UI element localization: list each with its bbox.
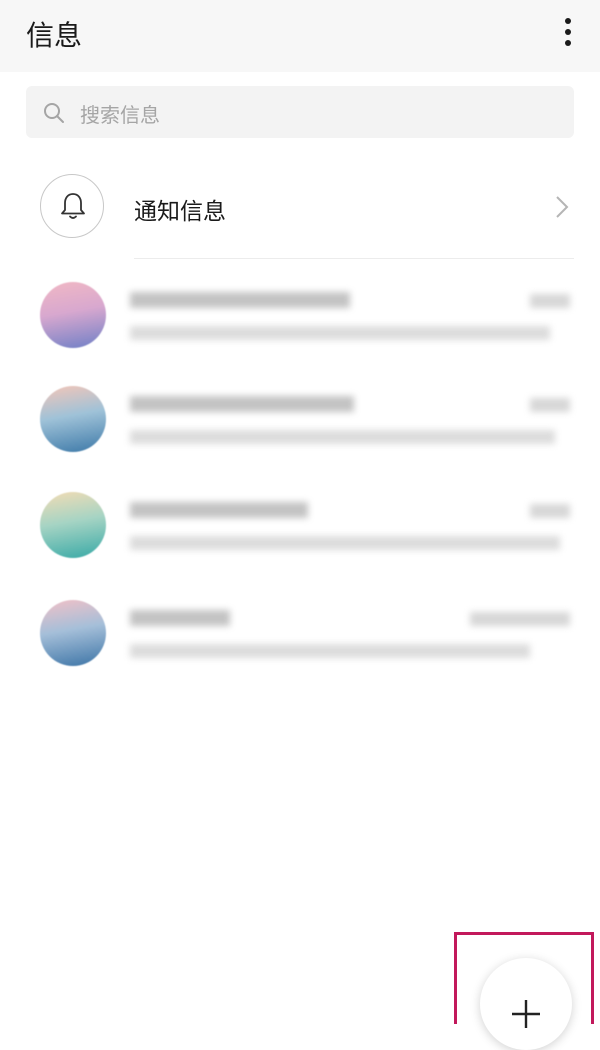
conversation-title-redacted — [130, 610, 230, 626]
divider — [134, 258, 574, 259]
notification-avatar — [40, 174, 104, 238]
conversation-preview-redacted — [130, 536, 560, 550]
search-bar[interactable]: 搜索信息 — [26, 86, 574, 138]
plus-icon — [512, 1000, 540, 1028]
search-placeholder: 搜索信息 — [80, 103, 160, 127]
conversation-time-redacted — [530, 398, 570, 412]
avatar — [40, 386, 106, 452]
conversation-item[interactable] — [0, 282, 600, 390]
chevron-right-icon — [556, 196, 569, 218]
conversation-preview-redacted — [130, 326, 550, 340]
notification-label: 通知信息 — [134, 199, 226, 225]
conversation-item[interactable] — [0, 492, 600, 600]
conversation-title-redacted — [130, 292, 350, 308]
more-options-icon[interactable] — [564, 18, 572, 50]
page-title: 信息 — [26, 19, 83, 52]
conversation-title-redacted — [130, 396, 354, 412]
bell-icon — [61, 193, 85, 219]
conversation-time-redacted — [470, 612, 570, 626]
conversation-title-redacted — [130, 502, 308, 518]
conversation-preview-redacted — [130, 430, 555, 444]
top-bar: 信息 — [0, 0, 600, 72]
avatar — [40, 282, 106, 348]
avatar — [40, 492, 106, 558]
conversation-preview-redacted — [130, 644, 530, 658]
search-icon — [44, 103, 64, 123]
new-message-button[interactable] — [480, 958, 572, 1050]
conversation-item[interactable] — [0, 386, 600, 494]
conversation-time-redacted — [530, 294, 570, 308]
notification-row[interactable]: 通知信息 — [0, 164, 600, 252]
conversation-item[interactable] — [0, 600, 600, 708]
avatar — [40, 600, 106, 666]
conversation-time-redacted — [530, 504, 570, 518]
